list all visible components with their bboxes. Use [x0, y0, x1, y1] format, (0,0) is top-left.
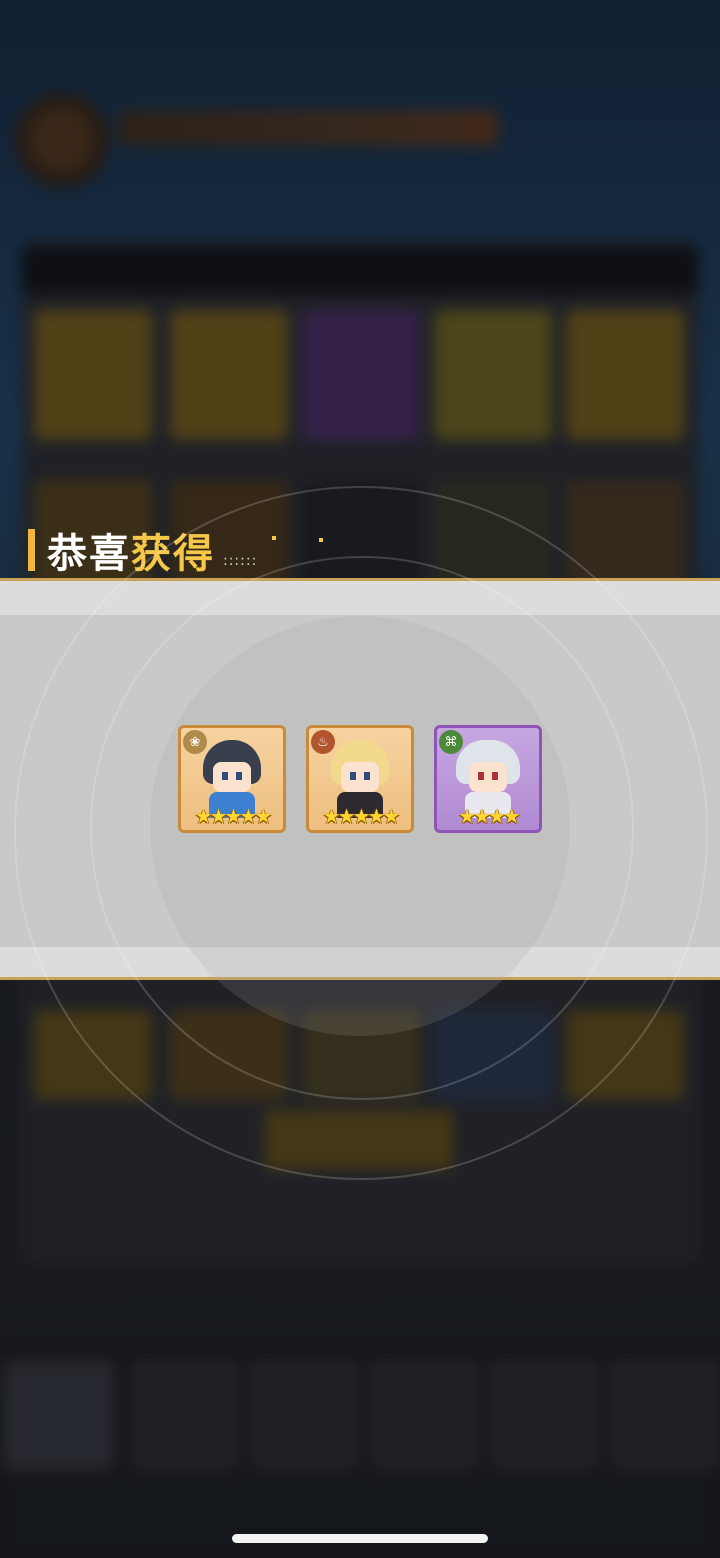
reward-hero-2[interactable]: ♨ ★★★★★	[306, 725, 414, 833]
reward-panel: ❀ ★★★★★ ♨ ★★★★★ ⌘ ★★★★	[0, 486, 720, 1180]
star-rating: ★★★★★	[194, 804, 273, 828]
flame-faction-icon: ♨	[311, 730, 335, 754]
glow-ring	[14, 486, 708, 1180]
reward-hero-1[interactable]: ❀ ★★★★★	[178, 725, 286, 833]
reward-hero-3[interactable]: ⌘ ★★★★	[434, 725, 542, 833]
reward-list: ❀ ★★★★★ ♨ ★★★★★ ⌘ ★★★★	[0, 725, 720, 833]
title-part1: 恭喜	[47, 531, 131, 577]
star-rating: ★★★★	[458, 804, 521, 828]
home-indicator[interactable]	[232, 1534, 488, 1543]
dna-faction-icon: ⌘	[439, 730, 463, 754]
star-rating: ★★★★★	[322, 804, 401, 828]
lotus-faction-icon: ❀	[183, 730, 207, 754]
title-accent-bar	[28, 529, 35, 571]
